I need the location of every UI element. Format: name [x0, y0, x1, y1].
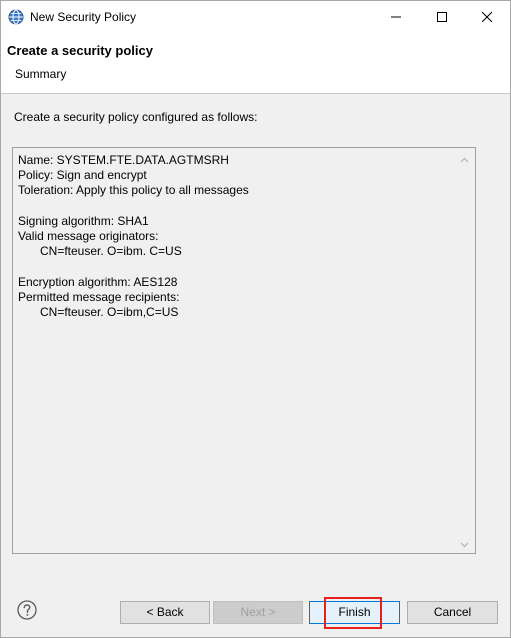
minimize-icon [391, 16, 401, 18]
cancel-button[interactable]: Cancel [407, 601, 498, 624]
summary-line: CN=fteuser. O=ibm. C=US [40, 244, 182, 259]
summary-textarea[interactable]: Name: SYSTEM.FTE.DATA.AGTMSRH Policy: Sig… [12, 147, 476, 554]
instruction-text: Create a security policy configured as f… [14, 110, 258, 124]
close-button[interactable] [464, 1, 510, 33]
maximize-icon [437, 12, 447, 22]
wizard-header: Create a security policy Summary [1, 33, 510, 94]
summary-line: CN=fteuser. O=ibm,C=US [40, 304, 179, 319]
close-icon [482, 12, 492, 22]
finish-button[interactable]: Finish [309, 601, 400, 624]
page-title: Create a security policy [7, 43, 153, 58]
summary-line: Name: SYSTEM.FTE.DATA.AGTMSRH [18, 153, 229, 167]
summary-line: Encryption algorithm: AES128 [18, 274, 178, 289]
back-button[interactable]: < Back [120, 601, 210, 624]
next-button[interactable]: Next > [213, 601, 303, 624]
summary-line: Valid message originators: [18, 228, 159, 243]
globe-icon [8, 9, 24, 25]
summary-line [18, 259, 249, 274]
page-subtitle: Summary [15, 67, 67, 81]
title-bar: New Security Policy [1, 1, 510, 33]
summary-content: Name: SYSTEM.FTE.DATA.AGTMSRH Policy: Sig… [18, 153, 249, 320]
help-icon[interactable] [17, 600, 37, 620]
summary-line [18, 199, 249, 214]
summary-line: Toleration: Apply this policy to all mes… [18, 183, 249, 198]
summary-line: Policy: Sign and encrypt [18, 168, 147, 183]
new-security-policy-dialog: New Security Policy Create a security po… [0, 0, 511, 638]
maximize-button[interactable] [419, 1, 465, 33]
summary-line: Signing algorithm: SHA1 [18, 213, 149, 228]
window-title: New Security Policy [30, 10, 137, 24]
summary-line: Permitted message recipients: [18, 289, 180, 304]
minimize-button[interactable] [373, 1, 419, 33]
scroll-down-icon[interactable] [460, 540, 469, 549]
scroll-up-icon[interactable] [460, 156, 469, 165]
